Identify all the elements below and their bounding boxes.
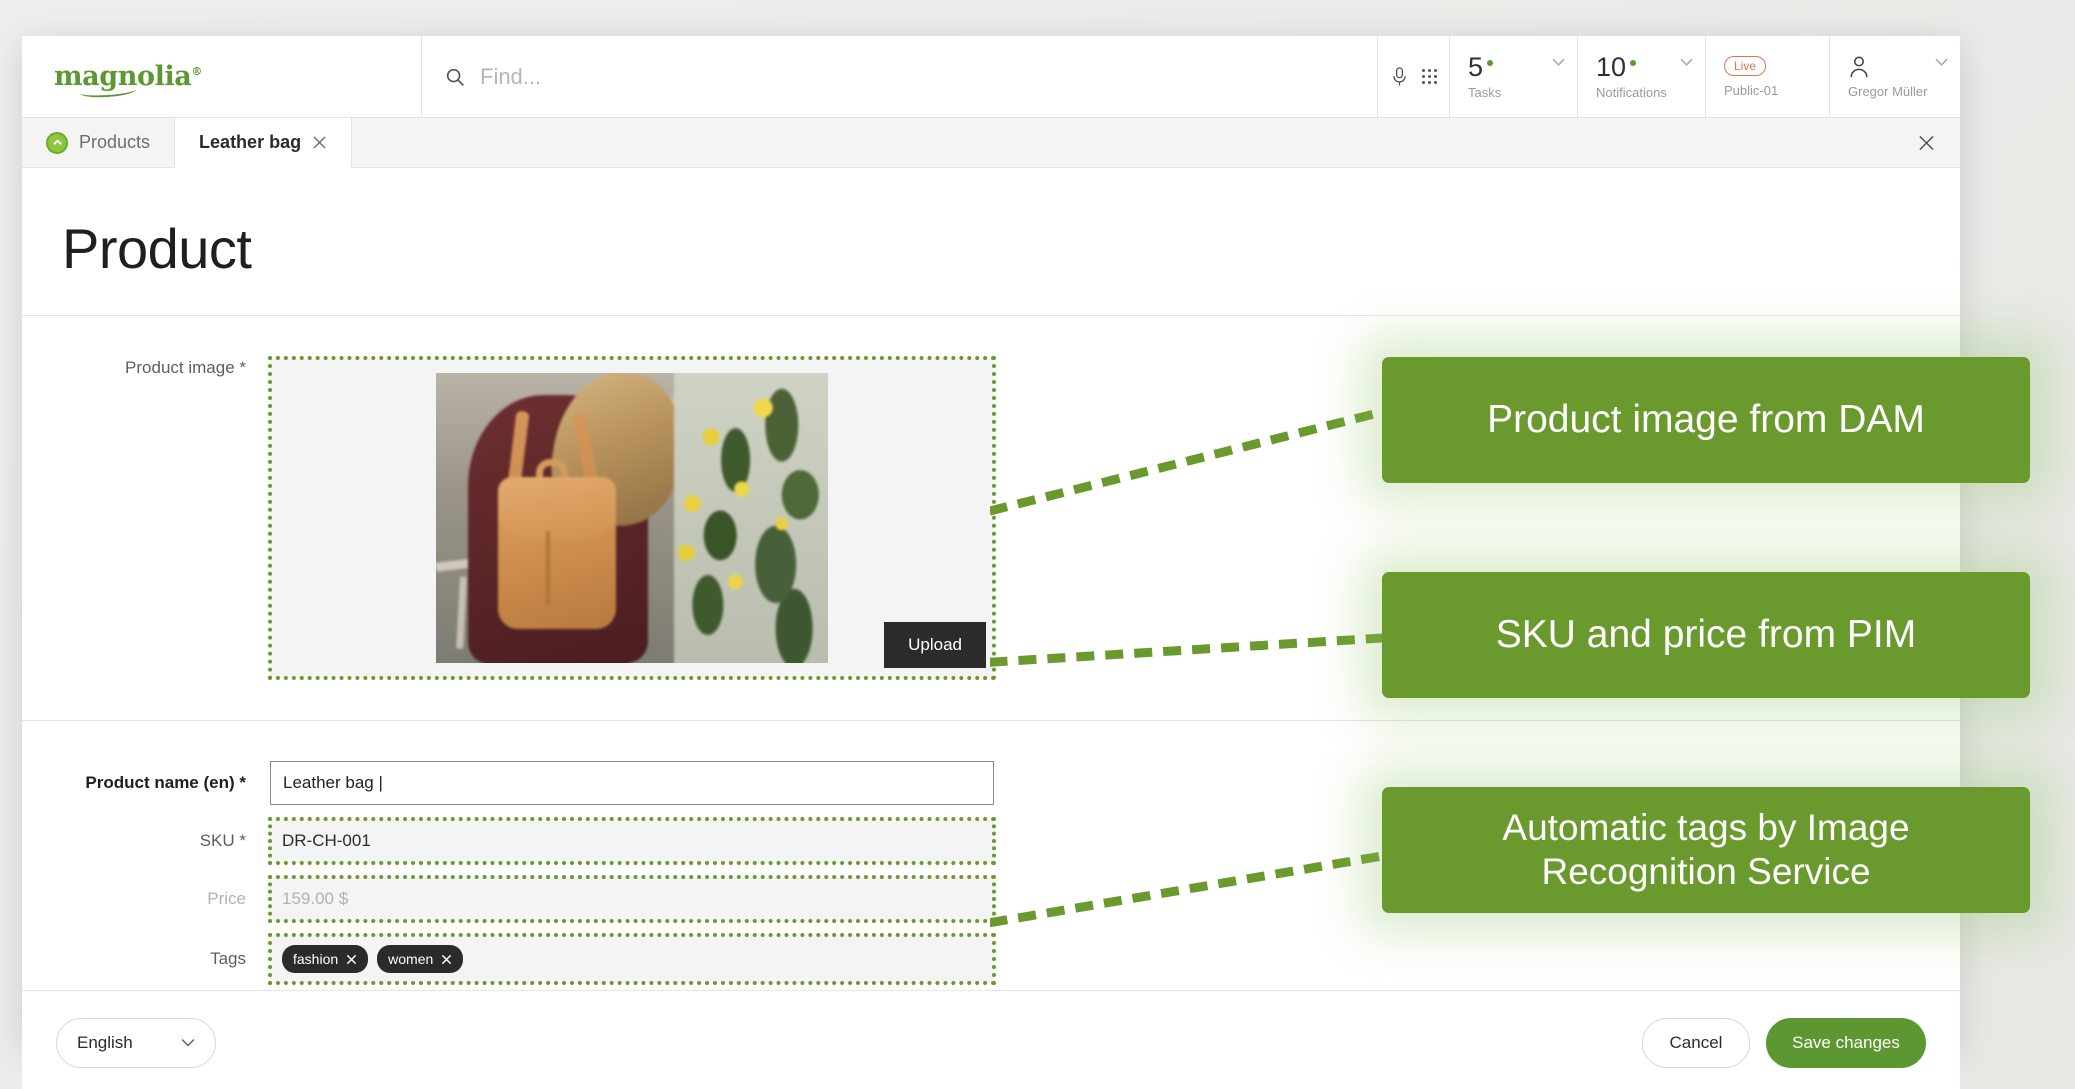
tags-row: Tags fashion women xyxy=(22,933,1960,985)
callout-sku-price: SKU and price from PIM xyxy=(1382,572,2030,698)
search-cell[interactable] xyxy=(422,36,1378,117)
toolbar-icons xyxy=(1378,36,1450,117)
notifications-label: Notifications xyxy=(1596,84,1667,100)
product-name-control xyxy=(270,761,994,805)
close-icon[interactable] xyxy=(441,954,452,965)
user-name: Gregor Müller xyxy=(1848,83,1928,99)
callout-text: SKU and price from PIM xyxy=(1495,612,1917,656)
form-footer: English Cancel Save changes xyxy=(22,990,1960,1089)
registered-mark: ® xyxy=(191,65,202,78)
product-image-label: Product image * xyxy=(125,358,246,377)
screenshot-root: magnolia® 5 xyxy=(0,0,2075,1089)
tag-chip[interactable]: women xyxy=(377,945,464,973)
product-name-label: Product name (en) * xyxy=(85,773,246,792)
sku-control: DR-CH-001 xyxy=(268,817,996,865)
callout-text: Automatic tags by Image Recognition Serv… xyxy=(1502,807,1910,892)
environment-label: Public-01 xyxy=(1724,82,1779,98)
tasks-label: Tasks xyxy=(1468,84,1502,100)
tag-chip[interactable]: fashion xyxy=(282,945,369,973)
apps-grid-icon[interactable] xyxy=(1421,69,1437,84)
save-changes-button[interactable]: Save changes xyxy=(1766,1017,1926,1068)
tags-label: Tags xyxy=(210,949,246,968)
language-select-value: English xyxy=(77,1032,133,1052)
tab-leather-bag[interactable]: Leather bag xyxy=(175,118,353,168)
chevron-down-icon xyxy=(181,1038,195,1047)
tasks-cell[interactable]: 5 Tasks xyxy=(1450,36,1578,117)
user-cell[interactable]: Gregor Müller xyxy=(1830,36,1960,117)
top-bar: magnolia® 5 xyxy=(22,36,1960,118)
chevron-down-icon[interactable] xyxy=(1935,58,1948,66)
tag-label: women xyxy=(388,951,434,967)
cancel-button[interactable]: Cancel xyxy=(1642,1017,1750,1068)
magnolia-app-icon xyxy=(46,131,68,154)
footer-actions: Cancel Save changes xyxy=(1642,1017,1926,1068)
tab-products[interactable]: Products xyxy=(22,118,176,167)
tab-products-label: Products xyxy=(79,132,151,152)
chevron-down-icon[interactable] xyxy=(1680,58,1693,66)
logo-cell: magnolia® xyxy=(22,36,422,117)
price-value: 159.00 $ xyxy=(268,875,996,923)
upload-button[interactable]: Upload xyxy=(884,622,986,668)
search-icon xyxy=(446,68,464,86)
product-photo xyxy=(436,373,828,663)
chevron-down-icon[interactable] xyxy=(1552,58,1565,66)
logo-swash xyxy=(79,83,137,99)
magnolia-logo[interactable]: magnolia® xyxy=(54,63,202,99)
environment-cell[interactable]: Live Public-01 xyxy=(1706,36,1830,117)
callout-automatic-tags: Automatic tags by Image Recognition Serv… xyxy=(1382,787,2030,913)
avatar xyxy=(1850,56,1868,77)
tab-bar: Products Leather bag xyxy=(22,118,1960,168)
close-icon[interactable] xyxy=(312,135,327,150)
sku-value: DR-CH-001 xyxy=(268,817,996,865)
tags-field[interactable]: fashion women xyxy=(268,933,996,985)
language-select[interactable]: English xyxy=(56,1017,216,1068)
price-control: 159.00 $ xyxy=(268,875,996,923)
product-name-input[interactable] xyxy=(270,761,994,805)
page-title: Product xyxy=(62,217,252,280)
callout-text: Product image from DAM xyxy=(1487,397,1925,441)
sku-label: SKU * xyxy=(199,831,246,850)
notifications-count: 10 xyxy=(1596,52,1627,83)
tab-leather-bag-label: Leather bag xyxy=(199,132,302,152)
callout-product-image: Product image from DAM xyxy=(1382,357,2030,483)
search-input[interactable] xyxy=(480,63,1320,90)
close-icon[interactable] xyxy=(346,954,357,965)
tags-control: fashion women xyxy=(268,933,996,985)
status-badge: Live xyxy=(1724,55,1767,76)
price-label: Price xyxy=(207,889,246,908)
tasks-dot-indicator xyxy=(1487,60,1494,67)
microphone-icon[interactable] xyxy=(1391,66,1408,88)
close-all-tabs-icon[interactable] xyxy=(1917,133,1936,152)
tasks-count: 5 xyxy=(1468,52,1484,83)
notifications-dot-indicator xyxy=(1630,60,1637,67)
tag-label: fashion xyxy=(293,951,339,967)
notifications-cell[interactable]: 10 Notifications xyxy=(1578,36,1706,117)
product-image-dropzone[interactable]: Upload xyxy=(268,356,996,680)
